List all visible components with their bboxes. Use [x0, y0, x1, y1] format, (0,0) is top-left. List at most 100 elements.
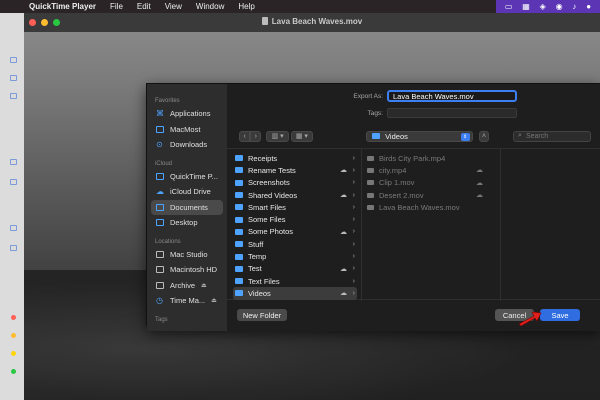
list-item[interactable]: Text Files › [233, 275, 357, 287]
list-item[interactable]: Rename Tests ☁ › [233, 164, 357, 176]
layers-icon[interactable]: ◈ [540, 2, 546, 11]
downloads-icon: ⊙ [156, 140, 163, 150]
search-icon: ⌕ [518, 132, 522, 139]
applications-icon: ⌘ [156, 109, 164, 119]
location-select[interactable]: Videos ⇕ [366, 130, 473, 142]
cloud-download-icon: ☁ [476, 179, 483, 187]
list-item: Birds City Park.mp4 [367, 152, 497, 164]
export-as-row: Export As: Lava Beach Waves.mov [333, 90, 517, 102]
calendar-icon[interactable]: ▦ [522, 2, 530, 11]
list-item[interactable]: Receipts › [233, 152, 357, 164]
view-columns-button[interactable]: ▥ ▾ [266, 130, 289, 142]
folder-icon [235, 167, 243, 174]
chevron-right-icon: › [352, 265, 355, 273]
eject-icon[interactable]: ⏏ [211, 297, 217, 304]
forward-button[interactable]: › [250, 130, 262, 142]
tags-label: Tags: [367, 109, 383, 117]
background-window-sidebar [0, 13, 24, 400]
sidebar-item-mac-studio[interactable]: Mac Studio [147, 247, 227, 263]
menu-view[interactable]: View [165, 2, 182, 11]
sidebar-icon [10, 57, 17, 63]
document-icon [261, 17, 268, 25]
chevron-right-icon: › [352, 179, 355, 187]
list-item[interactable]: Shared Videos ☁ › [233, 189, 357, 201]
chevron-right-icon: › [352, 166, 355, 174]
sidebar-item-desktop[interactable]: Desktop [147, 215, 227, 231]
tag-green-icon [11, 369, 16, 374]
red-arrow-icon [518, 311, 542, 326]
sidebar-item-documents[interactable]: Documents [151, 199, 223, 215]
group-button[interactable]: ▦ ▾ [290, 130, 314, 142]
menu-help[interactable]: Help [238, 2, 254, 11]
audio-icon[interactable]: ♪ [572, 2, 576, 11]
movie-file-icon [367, 192, 374, 198]
cloud-download-icon: ☁ [476, 167, 483, 175]
chevron-right-icon: › [352, 154, 355, 162]
sidebar-section-locations: Locations [155, 238, 181, 245]
tag-orange-icon [11, 333, 16, 338]
menu-edit[interactable]: Edit [137, 2, 151, 11]
export-as-field[interactable]: Lava Beach Waves.mov [387, 90, 517, 102]
folder-icon [235, 228, 243, 235]
collapse-button[interactable]: ˄ [478, 130, 490, 142]
folder-icon [235, 290, 243, 297]
sidebar-item-icloud-drive[interactable]: ☁ iCloud Drive [147, 184, 227, 200]
menu-window[interactable]: Window [196, 2, 224, 11]
tags-field[interactable] [387, 108, 517, 118]
folder-icon [372, 133, 381, 139]
list-item[interactable]: Screenshots › [233, 177, 357, 189]
file-browser: Receipts › Rename Tests ☁ › Screenshots › Sh… [227, 148, 600, 301]
list-item[interactable]: Stuff › [233, 238, 357, 250]
column-divider[interactable] [500, 149, 501, 301]
disk-icon [156, 266, 164, 274]
chevron-right-icon: › [352, 289, 355, 297]
sidebar-icon [10, 245, 17, 251]
new-folder-button[interactable]: New Folder [237, 309, 287, 321]
sidebar-icon [10, 159, 17, 165]
file-column: Birds City Park.mp4 city.mp4 ☁ Clip 1.mov… [367, 152, 497, 213]
column-divider[interactable] [361, 149, 362, 301]
sidebar-icon [10, 93, 17, 99]
list-item[interactable]: Temp › [233, 250, 357, 262]
document-icon [156, 203, 164, 211]
sidebar-item-archive[interactable]: Archive ⏏ [147, 278, 227, 294]
status-icons: ▭ ▦ ◈ ◉ ♪ ● [496, 0, 600, 13]
list-item[interactable]: Some Files › [233, 213, 357, 225]
save-button[interactable]: Save [540, 309, 580, 321]
back-button[interactable]: ‹ [239, 130, 251, 142]
chevron-right-icon: › [352, 191, 355, 199]
sidebar-item-time-machine[interactable]: ◷ Time Ma... ⏏ [147, 293, 227, 309]
folder-icon [235, 204, 243, 211]
list-item-selected[interactable]: Videos ☁ › [233, 287, 357, 300]
sidebar-item-downloads[interactable]: ⊙ Downloads [147, 137, 227, 153]
cloud-download-icon: ☁ [476, 192, 483, 200]
siri-icon[interactable]: ● [586, 2, 591, 11]
tag-red-icon [11, 315, 16, 320]
sidebar-icon [10, 225, 17, 231]
menu-file[interactable]: File [110, 2, 123, 11]
eject-icon[interactable]: ⏏ [201, 282, 207, 289]
chevron-right-icon: › [352, 228, 355, 236]
screen-icon[interactable]: ▭ [505, 2, 513, 11]
folder-icon [156, 125, 164, 133]
list-item[interactable]: Test ☁ › [233, 263, 357, 275]
search-field[interactable]: ⌕ Search [513, 130, 592, 142]
sidebar-section-favorites: Favorites [155, 98, 180, 104]
sidebar-item-macintosh-hd[interactable]: Macintosh HD [147, 262, 227, 278]
folder-icon [235, 192, 243, 199]
menu-app-name[interactable]: QuickTime Player [29, 2, 96, 11]
folder-icon [235, 278, 243, 285]
desktop-icon [156, 219, 164, 227]
window-titlebar: Lava Beach Waves.mov [24, 13, 600, 32]
sidebar-item-macmost[interactable]: MacMost [147, 122, 227, 138]
window-title: Lava Beach Waves.mov [24, 17, 600, 26]
list-item: Lava Beach Waves.mov [367, 201, 497, 213]
list-item[interactable]: Some Photos ☁ › [233, 226, 357, 238]
sidebar-item-quicktime[interactable]: QuickTime P... [147, 169, 227, 185]
control-center-icon[interactable]: ◉ [556, 2, 563, 11]
folder-icon [235, 253, 243, 260]
list-item: city.mp4 ☁ [367, 164, 497, 176]
list-item[interactable]: Smart Files › [233, 201, 357, 213]
sidebar-item-applications[interactable]: ⌘ Applications [147, 106, 227, 122]
sidebar-section-tags: Tags [155, 316, 168, 323]
